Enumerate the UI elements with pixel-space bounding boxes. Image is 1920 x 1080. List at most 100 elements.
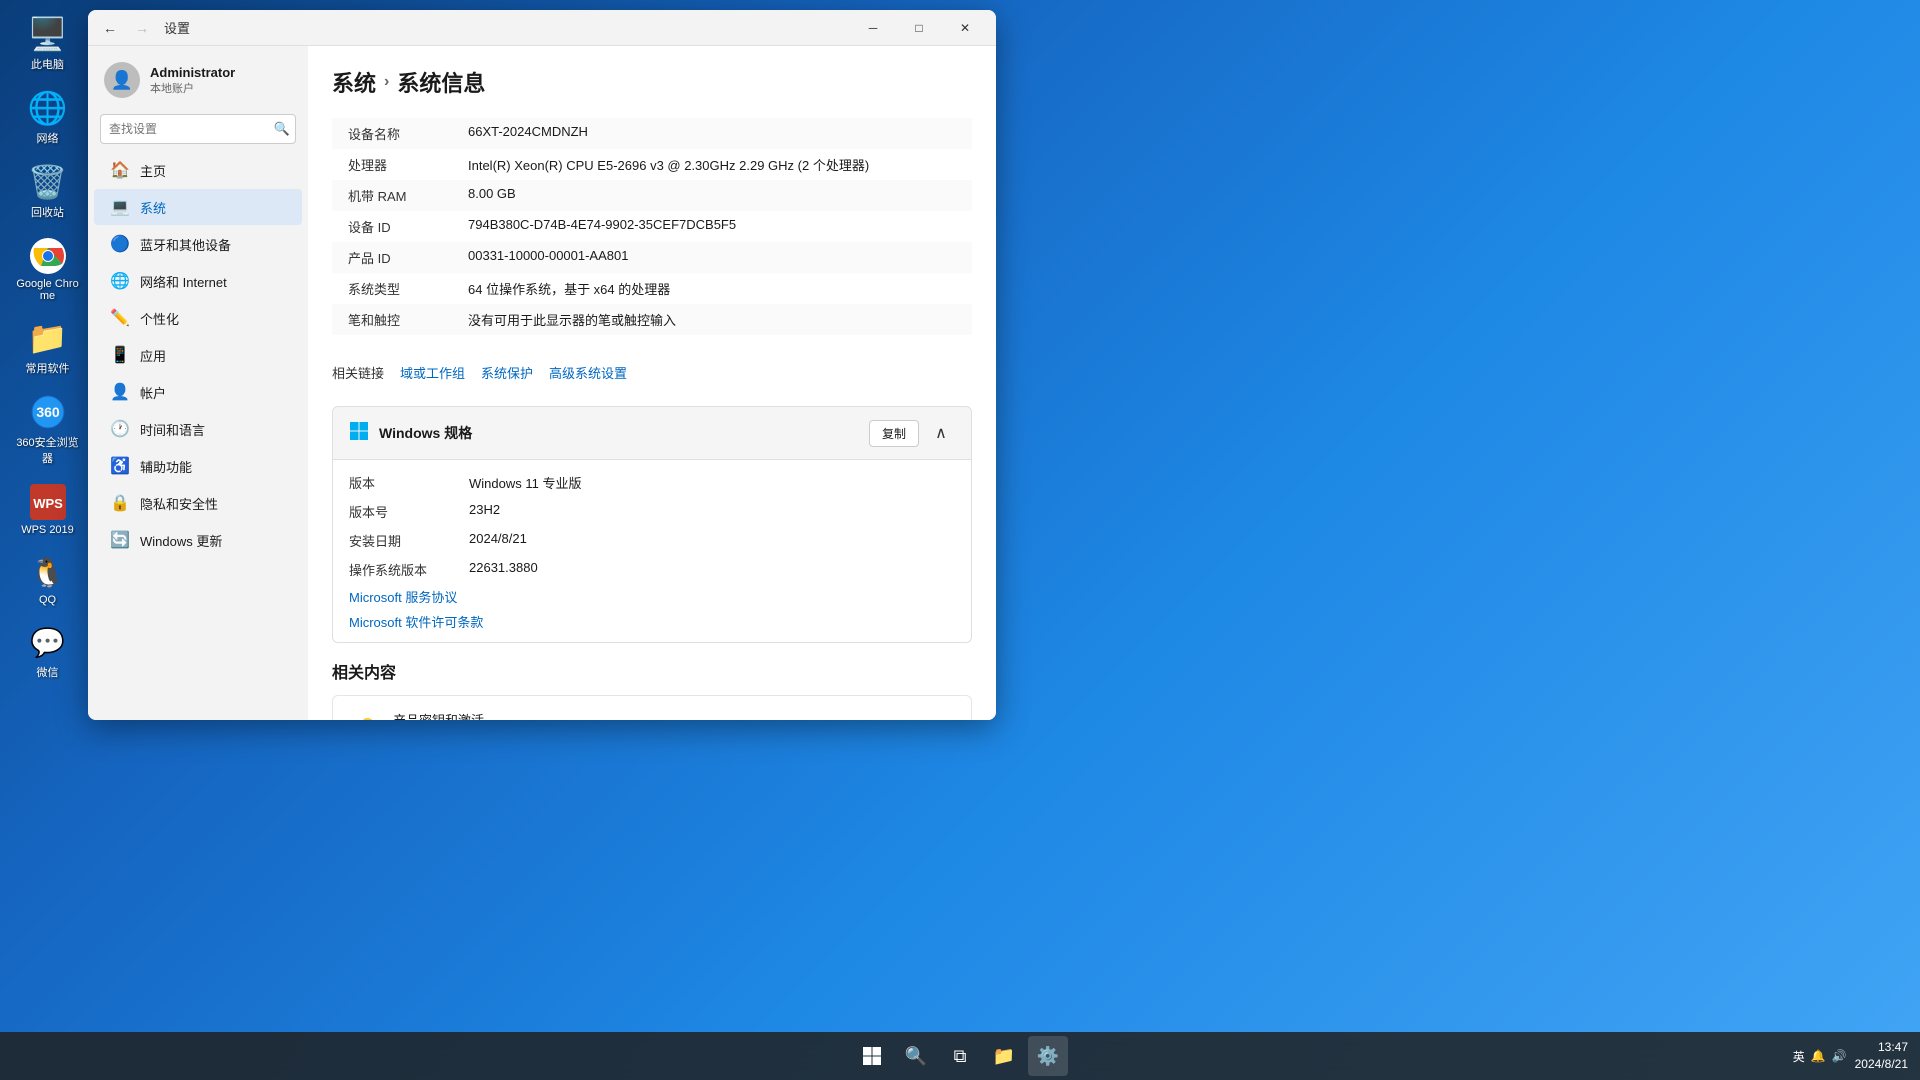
desktop-icon-wps[interactable]: WPS WPS 2019: [10, 478, 85, 540]
search-input[interactable]: [100, 114, 296, 144]
pen-touch-label: 笔和触控: [348, 310, 468, 329]
product-id-value: 00331-10000-00001-AA801: [468, 248, 628, 267]
processor-value: Intel(R) Xeon(R) CPU E5-2696 v3 @ 2.30GH…: [468, 155, 869, 174]
desktop-icon-recycle[interactable]: 🗑️ 回收站: [10, 158, 85, 224]
file-explorer-button[interactable]: 📁: [984, 1036, 1024, 1076]
device-info-row-0: 设备名称 66XT-2024CMDNZH: [332, 118, 972, 149]
sidebar-item-accounts-label: 帐户: [140, 383, 166, 402]
collapse-button[interactable]: ∧: [927, 419, 955, 447]
install-date-value: 2024/8/21: [469, 531, 527, 550]
breadcrumb-parent: 系统: [332, 66, 376, 98]
sidebar-item-accessibility-label: 辅助功能: [140, 457, 192, 476]
taskview-button[interactable]: ⧉: [940, 1036, 980, 1076]
taskbar: 🔍 ⧉ 📁 ⚙️ 英 🔔 🔊 13:47 2024/8/21: [0, 1032, 1920, 1080]
svg-text:360: 360: [36, 404, 60, 420]
title-bar-left: ← → 设置: [96, 14, 190, 42]
device-name-label: 设备名称: [348, 124, 468, 143]
device-id-value: 794B380C-D74B-4E74-9902-35CEF7DCB5F5: [468, 217, 736, 236]
taskbar-right: 英 🔔 🔊 13:47 2024/8/21: [1793, 1039, 1908, 1073]
install-date-label: 安装日期: [349, 531, 469, 550]
sidebar-item-privacy[interactable]: 🔒 隐私和安全性: [94, 485, 302, 521]
desktop-icon-chrome[interactable]: Google Chrome: [10, 232, 85, 306]
accessibility-icon: ♿: [110, 456, 130, 476]
close-button[interactable]: ✕: [942, 10, 988, 46]
chrome-label: Google Chrome: [14, 278, 81, 302]
sidebar-item-time-label: 时间和语言: [140, 420, 205, 439]
system-type-label: 系统类型: [348, 279, 468, 298]
back-button[interactable]: ←: [96, 14, 124, 42]
update-icon: 🔄: [110, 530, 130, 550]
breadcrumb: 系统 › 系统信息: [332, 66, 972, 98]
network-label: 网络: [37, 130, 59, 146]
network-icon: 🌐: [28, 88, 68, 128]
card-product-key[interactable]: 🔑 产品密钥和激活 更改产品密钥或升级 Windows ›: [332, 695, 972, 720]
maximize-button[interactable]: □: [896, 10, 942, 46]
forward-button[interactable]: →: [128, 14, 156, 42]
os-version-label: 操作系统版本: [349, 560, 469, 579]
sidebar-item-personalize-label: 个性化: [140, 309, 179, 328]
desktop-icon-wechat[interactable]: 💬 微信: [10, 618, 85, 684]
device-info-row-1: 处理器 Intel(R) Xeon(R) CPU E5-2696 v3 @ 2.…: [332, 149, 972, 180]
sidebar-item-accounts[interactable]: 👤 帐户: [94, 374, 302, 410]
sidebar-item-time[interactable]: 🕐 时间和语言: [94, 411, 302, 447]
window-body: 👤 Administrator 本地账户 🔍 🏠 主页 💻 系统: [88, 46, 996, 720]
sidebar-item-home[interactable]: 🏠 主页: [94, 152, 302, 188]
title-bar: ← → 设置 ─ □ ✕: [88, 10, 996, 46]
desktop-icon-software[interactable]: 📁 常用软件: [10, 314, 85, 380]
sidebar-item-apps-label: 应用: [140, 346, 166, 365]
security360-icon: 360: [28, 392, 68, 432]
system-protection-link[interactable]: 系统保护: [481, 363, 533, 382]
sidebar-item-bluetooth[interactable]: 🔵 蓝牙和其他设备: [94, 226, 302, 262]
sidebar-item-system[interactable]: 💻 系统: [94, 189, 302, 225]
volume-icon: 🔊: [1832, 1049, 1847, 1063]
spec-row-0: 版本 Windows 11 专业版: [333, 468, 971, 497]
desktop-icon-network[interactable]: 🌐 网络: [10, 84, 85, 150]
desktop-icon-360[interactable]: 360 360安全浏览器: [10, 388, 85, 470]
device-info-row-5: 系统类型 64 位操作系统，基于 x64 的处理器: [332, 273, 972, 304]
taskbar-center: 🔍 ⧉ 📁 ⚙️: [852, 1036, 1068, 1076]
recycle-icon: 🗑️: [28, 162, 68, 202]
sidebar-item-apps[interactable]: 📱 应用: [94, 337, 302, 373]
ms-service-link[interactable]: Microsoft 服务协议: [333, 584, 971, 609]
user-info: Administrator 本地账户: [150, 65, 292, 96]
start-button[interactable]: [852, 1036, 892, 1076]
product-id-label: 产品 ID: [348, 248, 468, 267]
language-indicator: 英: [1793, 1048, 1805, 1065]
search-icon: 🔍: [274, 121, 290, 137]
spec-row-1: 版本号 23H2: [333, 497, 971, 526]
sidebar-item-personalize[interactable]: ✏️ 个性化: [94, 300, 302, 336]
windows-specs-label: Windows 规格: [379, 423, 472, 443]
windows-specs-title: Windows 规格: [349, 421, 472, 446]
avatar: 👤: [104, 62, 140, 98]
advanced-system-link[interactable]: 高级系统设置: [549, 363, 627, 382]
accounts-icon: 👤: [110, 382, 130, 402]
sidebar-item-network[interactable]: 🌐 网络和 Internet: [94, 263, 302, 299]
os-version-value: 22631.3880: [469, 560, 538, 579]
sidebar-item-bluetooth-label: 蓝牙和其他设备: [140, 235, 231, 254]
settings-taskbar-button[interactable]: ⚙️: [1028, 1036, 1068, 1076]
sidebar-item-windows-update[interactable]: 🔄 Windows 更新: [94, 522, 302, 558]
product-key-icon: 🔑: [349, 713, 381, 721]
date-display: 2024/8/21: [1855, 1056, 1908, 1073]
ms-license-link[interactable]: Microsoft 软件许可条款: [333, 609, 971, 634]
search-taskbar-button[interactable]: 🔍: [896, 1036, 936, 1076]
card-product-key-title: 产品密钥和激活: [393, 710, 540, 720]
card-product-key-left: 🔑 产品密钥和激活 更改产品密钥或升级 Windows: [349, 710, 540, 720]
desktop-icon-computer[interactable]: 🖥️ 此电脑: [10, 10, 85, 76]
nav-buttons: ← →: [96, 14, 156, 42]
version-label: 版本: [349, 473, 469, 492]
copy-button[interactable]: 复制: [869, 420, 919, 447]
processor-label: 处理器: [348, 155, 468, 174]
minimize-button[interactable]: ─: [850, 10, 896, 46]
device-info-table: 设备名称 66XT-2024CMDNZH 处理器 Intel(R) Xeon(R…: [332, 118, 972, 335]
privacy-icon: 🔒: [110, 493, 130, 513]
qq-icon: 🐧: [28, 552, 68, 592]
desktop-icon-qq[interactable]: 🐧 QQ: [10, 548, 85, 610]
sidebar-item-accessibility[interactable]: ♿ 辅助功能: [94, 448, 302, 484]
windows-specs-body: 版本 Windows 11 专业版 版本号 23H2 安装日期 2024/8/2…: [332, 460, 972, 643]
domain-workgroup-link[interactable]: 域或工作组: [400, 363, 465, 382]
section-actions: 复制 ∧: [869, 419, 955, 447]
user-name: Administrator: [150, 65, 292, 80]
window-controls: ─ □ ✕: [850, 10, 988, 46]
computer-label: 此电脑: [31, 56, 64, 72]
